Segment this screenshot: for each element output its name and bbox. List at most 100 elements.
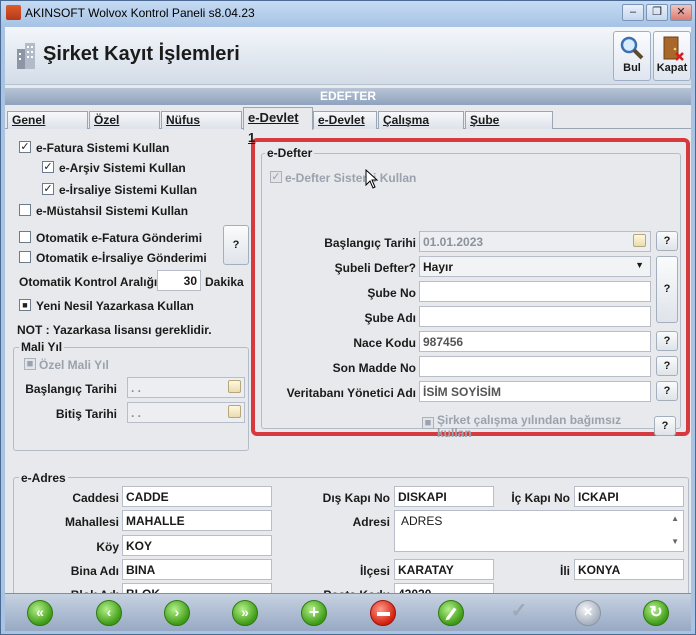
previous-record-button[interactable]: ‹ xyxy=(96,600,122,626)
yazarkasa-note: NOT : Yazarkasa lisansı gereklidir. xyxy=(17,323,212,337)
eirsaliye-checkbox[interactable]: ✓ xyxy=(42,183,54,195)
nace-help-button[interactable]: ? xyxy=(656,331,678,351)
tab-e-devlet-2[interactable]: e-Devlet 2 xyxy=(313,111,377,143)
edefter-use-checkbox[interactable]: ✓ xyxy=(270,171,282,183)
mouse-cursor-icon xyxy=(365,169,379,189)
efatura-checkbox[interactable]: ✓ xyxy=(19,141,31,153)
ozel-mali-yil-checkbox[interactable]: ■ xyxy=(24,358,36,370)
tab-sube-islemleri[interactable]: Şube İşlemleri xyxy=(465,111,553,143)
il-label: İli xyxy=(559,564,570,578)
oto-eirsaliye-label: Otomatik e-İrsaliye Gönderimi xyxy=(36,251,207,265)
scroll-down-icon[interactable]: ▼ xyxy=(671,537,679,546)
subeli-select[interactable]: Hayır ▼ xyxy=(419,256,651,277)
calendar-icon[interactable] xyxy=(633,234,646,247)
scroll-up-icon[interactable]: ▲ xyxy=(671,514,679,523)
delete-record-button[interactable] xyxy=(370,600,396,626)
adres-value: ADRES xyxy=(401,514,443,528)
mali-yil-title: Mali Yıl xyxy=(19,340,65,354)
sube-adi-input[interactable] xyxy=(419,306,651,327)
magnifier-icon xyxy=(620,36,644,60)
first-record-button[interactable]: « xyxy=(27,600,53,626)
window-title: AKINSOFT Wolvox Kontrol Paneli s8.04.23 xyxy=(25,6,255,20)
minus-icon xyxy=(377,612,390,616)
subeli-label: Şubeli Defter? xyxy=(334,261,416,275)
oto-efatura-label: Otomatik e-Fatura Gönderimi xyxy=(36,231,203,245)
sube-help-button[interactable]: ? xyxy=(656,256,678,323)
son-madde-label: Son Madde No xyxy=(332,361,416,375)
navigation-toolbar: « ‹ › » + ✓ ✕ ↻ xyxy=(5,593,691,631)
dis-kapi-label: Dış Kapı No xyxy=(322,491,390,505)
auto-send-help-button[interactable]: ? xyxy=(223,225,249,265)
bagimsiz-label: Şirket çalışma yılından bağımsız kullan xyxy=(437,413,622,440)
edefter-start-input[interactable]: 01.01.2023 xyxy=(419,231,651,252)
ilce-label: İlçesi xyxy=(359,564,390,578)
bina-input[interactable]: BINA xyxy=(122,559,272,580)
cadde-label: Caddesi xyxy=(72,491,119,505)
chevron-down-icon: ▼ xyxy=(635,260,644,270)
tab-genel-bilgiler[interactable]: Genel Bilgiler xyxy=(7,111,88,143)
exit-door-icon xyxy=(663,36,684,61)
eirsaliye-label: e-İrsaliye Sistemi Kullan xyxy=(59,183,198,197)
tab-panel: ✓ e-Fatura Sistemi Kullan ✓ e-Arşiv Sist… xyxy=(5,129,691,609)
sube-adi-label: Şube Adı xyxy=(364,311,416,325)
save-record-button[interactable]: ✓ xyxy=(506,600,532,626)
tab-nufus-bilgileri[interactable]: Nüfus Bilgileri xyxy=(161,111,242,143)
next-record-button[interactable]: › xyxy=(164,600,190,626)
find-label: Bul xyxy=(623,62,641,74)
interval-input[interactable]: 30 xyxy=(157,270,201,291)
edefter-start-label: Başlangıç Tarihi xyxy=(324,236,416,250)
calendar-icon[interactable] xyxy=(228,380,241,393)
bina-label: Bina Adı xyxy=(70,564,119,578)
adres-textarea[interactable]: ADRES ▲ ▼ xyxy=(394,510,684,552)
close-label: Kapat xyxy=(656,62,688,74)
son-madde-help-button[interactable]: ? xyxy=(656,356,678,376)
tab-e-devlet-1[interactable]: e-Devlet 1 xyxy=(243,107,313,145)
refresh-button[interactable]: ↻ xyxy=(643,600,669,626)
content-area: Şirket Kayıt İşlemleri Bul Kapat EDEFTER xyxy=(5,27,691,631)
add-record-button[interactable]: + xyxy=(301,600,327,626)
ic-kapi-input[interactable]: ICKAPI xyxy=(574,486,684,507)
oto-eirsaliye-checkbox[interactable] xyxy=(19,251,31,263)
section-band: EDEFTER xyxy=(5,88,691,105)
company-building-icon xyxy=(17,43,35,69)
earsiv-checkbox[interactable]: ✓ xyxy=(42,161,54,173)
koy-input[interactable]: KOY xyxy=(122,535,272,556)
oto-efatura-checkbox[interactable] xyxy=(19,231,31,243)
bagimsiz-help-button[interactable]: ? xyxy=(654,416,676,436)
emustahsil-label: e-Müstahsil Sistemi Kullan xyxy=(36,204,189,218)
subeli-value: Hayır xyxy=(423,260,454,274)
cadde-input[interactable]: CADDE xyxy=(122,486,272,507)
il-input[interactable]: KONYA xyxy=(574,559,684,580)
sube-no-input[interactable] xyxy=(419,281,651,302)
calendar-icon[interactable] xyxy=(228,405,241,418)
earsiv-label: e-Arşiv Sistemi Kullan xyxy=(59,161,186,175)
son-madde-input[interactable] xyxy=(419,356,651,377)
dis-kapi-input[interactable]: DISKAPI xyxy=(394,486,494,507)
close-page-button[interactable]: Kapat xyxy=(653,31,691,81)
edit-record-button[interactable] xyxy=(438,600,464,626)
tab-calisma-yillari[interactable]: Çalışma Yılları xyxy=(378,111,464,143)
mali-start-label: Başlangıç Tarihi xyxy=(25,382,117,396)
interval-unit: Dakika xyxy=(205,275,244,289)
last-record-button[interactable]: » xyxy=(232,600,258,626)
eadres-title: e-Adres xyxy=(19,471,68,485)
mahalle-input[interactable]: MAHALLE xyxy=(122,510,272,531)
yeni-nesil-checkbox[interactable]: ■ xyxy=(19,299,31,311)
cancel-record-button[interactable]: ✕ xyxy=(575,600,601,626)
nace-input[interactable]: 987456 xyxy=(419,331,651,352)
bagimsiz-checkbox[interactable]: ■ xyxy=(422,417,434,429)
vty-input[interactable]: İSİM SOYİSİM xyxy=(419,381,651,402)
page-title: Şirket Kayıt İşlemleri xyxy=(43,43,240,65)
find-button[interactable]: Bul xyxy=(613,31,651,81)
ilce-input[interactable]: KARATAY xyxy=(394,559,494,580)
edefter-start-help-button[interactable]: ? xyxy=(656,231,678,251)
mali-end-label: Bitiş Tarihi xyxy=(55,407,117,421)
close-window-button[interactable]: ✕ xyxy=(670,4,692,21)
minimize-button[interactable]: – xyxy=(622,4,644,21)
nace-label: Nace Kodu xyxy=(353,336,416,350)
restore-button[interactable]: ❐ xyxy=(646,4,668,21)
vty-help-button[interactable]: ? xyxy=(656,381,678,401)
tab-ozel-bilgiler[interactable]: Özel Bilgiler xyxy=(89,111,160,143)
koy-label: Köy xyxy=(96,540,119,554)
emustahsil-checkbox[interactable] xyxy=(19,204,31,216)
